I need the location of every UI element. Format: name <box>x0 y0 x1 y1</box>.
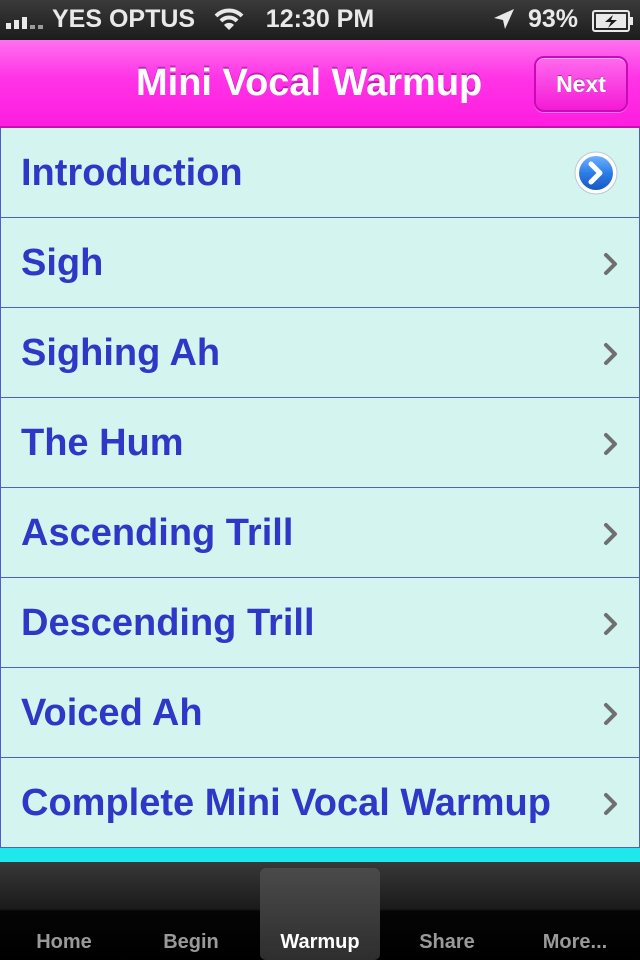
chevron-right-icon <box>604 703 617 725</box>
tab-label: More... <box>542 931 608 953</box>
list-item-voiced-ah[interactable]: Voiced Ah <box>0 668 640 758</box>
tab-bar: Home Begin Warmup Share More... <box>0 862 640 960</box>
tab-label: Begin <box>163 931 219 953</box>
tab-begin[interactable]: Begin <box>131 868 251 960</box>
list-item-ascending-trill[interactable]: Ascending Trill <box>0 488 640 578</box>
chevron-right-icon <box>604 523 617 545</box>
list-item-label: Ascending Trill <box>21 512 294 554</box>
chevron-right-icon <box>604 343 617 365</box>
list-item-the-hum[interactable]: The Hum <box>0 398 640 488</box>
list-item-label: Sigh <box>21 242 104 284</box>
list-item-label: Introduction <box>21 152 243 194</box>
location-arrow-icon <box>494 9 514 29</box>
list-item-label: Sighing Ah <box>21 332 221 374</box>
list-item-complete-mini-vocal-warmup[interactable]: Complete Mini Vocal Warmup <box>0 758 640 848</box>
tab-label: Home <box>36 931 92 953</box>
battery-percentage: 93% <box>528 5 579 33</box>
list-item-label: Complete Mini Vocal Warmup <box>21 782 551 824</box>
tab-more[interactable]: More... <box>515 868 635 960</box>
list-item-sighing-ah[interactable]: Sighing Ah <box>0 308 640 398</box>
app-screen: YES OPTUS 12:30 PM 93% Mini Vocal Warmup… <box>0 0 640 960</box>
page-title: Mini Vocal Warmup <box>136 62 483 104</box>
battery-charging-icon <box>592 10 633 32</box>
navigation-bar: Mini Vocal Warmup Next <box>0 40 640 128</box>
next-button[interactable]: Next <box>534 56 628 112</box>
tab-label: Share <box>419 931 475 953</box>
detail-disclosure-icon[interactable] <box>573 150 619 196</box>
tab-share[interactable]: Share <box>387 868 507 960</box>
chevron-right-icon <box>604 433 617 455</box>
status-bar: YES OPTUS 12:30 PM 93% <box>0 0 640 40</box>
list-item-introduction[interactable]: Introduction <box>0 128 640 218</box>
list-item-label: The Hum <box>21 422 184 464</box>
tab-home[interactable]: Home <box>4 868 124 960</box>
chevron-right-icon <box>604 613 617 635</box>
list-item-label: Voiced Ah <box>21 692 203 734</box>
tab-warmup[interactable]: Warmup <box>260 868 380 960</box>
chevron-right-icon <box>604 253 617 275</box>
list-footer-divider <box>0 848 640 862</box>
chevron-right-icon <box>604 793 617 815</box>
list-item-label: Descending Trill <box>21 602 315 644</box>
list-item-sigh[interactable]: Sigh <box>0 218 640 308</box>
list-item-descending-trill[interactable]: Descending Trill <box>0 578 640 668</box>
warmup-list: Introduction Sigh Sighing Ah The Hum Asc… <box>0 128 640 848</box>
tab-label: Warmup <box>280 931 360 953</box>
